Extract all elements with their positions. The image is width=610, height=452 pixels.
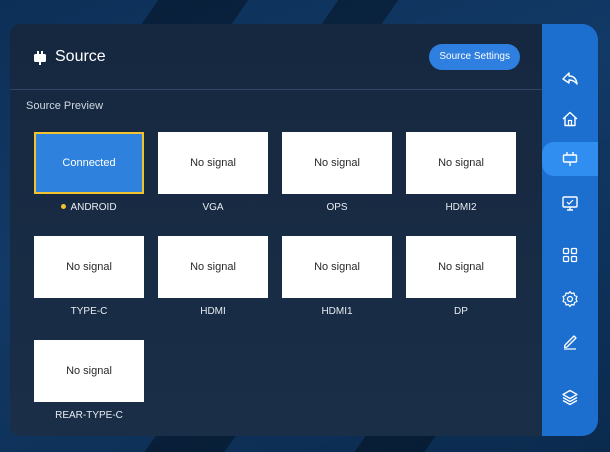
tile-status: No signal — [438, 157, 484, 169]
source-tile-hdmi2[interactable]: No signal — [406, 132, 516, 194]
source-name-android: ANDROID — [34, 202, 144, 213]
tile-status: Connected — [62, 157, 116, 169]
apps-icon — [562, 247, 578, 263]
pen-icon — [563, 335, 577, 350]
layers-icon — [562, 389, 578, 406]
tile-status: No signal — [314, 157, 360, 169]
source-tile-type-c[interactable]: No signal — [34, 236, 144, 298]
sidebar — [542, 24, 598, 436]
source-tile-vga[interactable]: No signal — [158, 132, 268, 194]
source-icon — [34, 51, 46, 65]
tile-status: No signal — [66, 365, 112, 377]
source-tile-android[interactable]: Connected — [34, 132, 144, 194]
sidebar-source-button[interactable] — [542, 142, 598, 176]
source-icon — [562, 152, 578, 166]
source-name-dp: DP — [454, 306, 468, 317]
source-settings-button[interactable]: Source Settings — [429, 44, 520, 70]
source-tile-ops[interactable]: No signal — [282, 132, 392, 194]
sidebar-settings-button[interactable] — [542, 282, 598, 316]
sidebar-pen-button[interactable] — [542, 324, 598, 358]
source-name-ops: OPS — [326, 202, 348, 213]
sidebar-apps-button[interactable] — [542, 238, 598, 272]
page-title: Source — [55, 48, 106, 65]
source-tile-rear-type-c[interactable]: No signal — [34, 340, 144, 402]
source-name-rear-type-c: REAR-TYPE-C — [55, 410, 123, 421]
source-preview-label: Source Preview — [26, 100, 104, 112]
source-panel: Source Source Settings Source Preview Co… — [10, 24, 542, 436]
source-tile-hdmi1[interactable]: No signal — [282, 236, 392, 298]
panel-header: Source Source Settings — [10, 24, 542, 90]
source-name-type-c: TYPE-C — [70, 306, 108, 317]
source-name-hdmi2: HDMI2 — [445, 202, 477, 213]
tile-status: No signal — [190, 157, 236, 169]
settings-icon — [562, 290, 578, 308]
source-name-vga: VGA — [202, 202, 224, 213]
source-tile-dp[interactable]: No signal — [406, 236, 516, 298]
sidebar-screen-button[interactable] — [542, 186, 598, 220]
sidebar-home-button[interactable] — [542, 102, 598, 136]
source-tile-hdmi[interactable]: No signal — [158, 236, 268, 298]
sidebar-back-button[interactable] — [542, 62, 598, 96]
active-dot-icon — [61, 203, 67, 209]
tile-status: No signal — [66, 261, 112, 273]
source-name-hdmi1: HDMI1 — [321, 306, 353, 317]
home-icon — [562, 111, 578, 127]
back-icon — [562, 72, 578, 85]
tile-status: No signal — [190, 261, 236, 273]
source-name-hdmi: HDMI — [200, 306, 226, 317]
sidebar-layers-button[interactable] — [542, 380, 598, 414]
tile-status: No signal — [438, 261, 484, 273]
screen-icon — [562, 196, 578, 211]
tile-status: No signal — [314, 261, 360, 273]
